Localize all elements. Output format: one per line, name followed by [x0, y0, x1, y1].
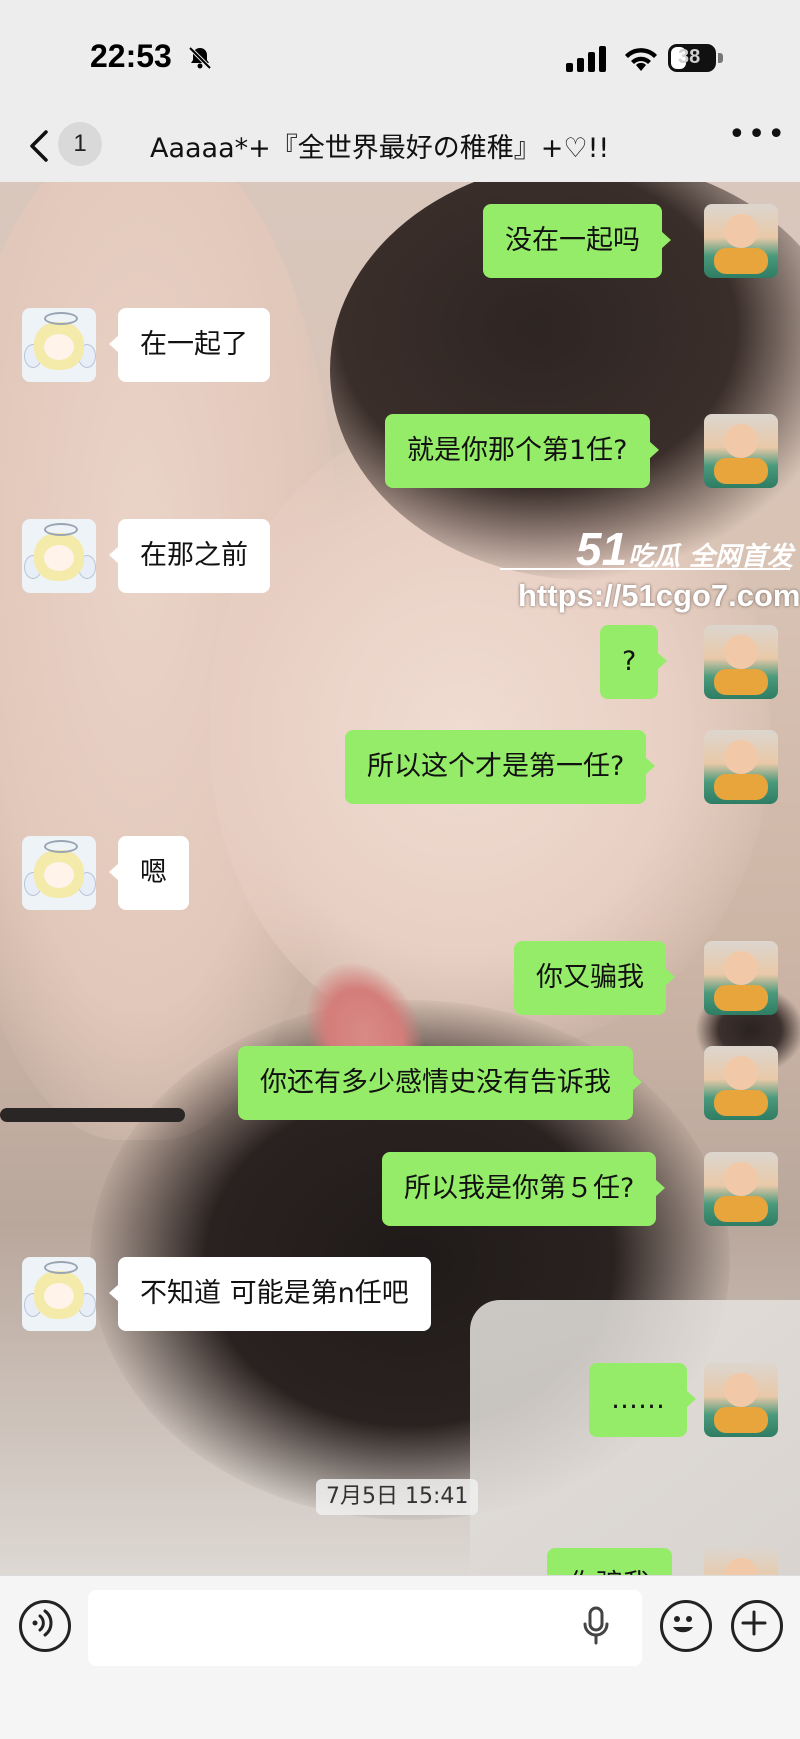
avatar-me[interactable] [704, 204, 778, 278]
avatar-contact[interactable] [22, 519, 96, 593]
message-input[interactable] [88, 1590, 642, 1666]
message-bubble-received[interactable]: 在一起了 [109, 308, 270, 382]
message-timestamp: 7月5日 15:41 [316, 1479, 479, 1515]
avatar-me[interactable] [704, 1152, 778, 1226]
message-bubble-received[interactable]: 嗯 [109, 836, 189, 910]
battery-icon: 38 [668, 44, 724, 72]
emoji-icon[interactable] [660, 1600, 712, 1652]
watermark-divider [500, 568, 790, 570]
message-bubble-sent[interactable]: 没在一起吗 [483, 204, 671, 278]
avatar-me[interactable] [704, 1363, 778, 1437]
bell-muted-icon [188, 46, 212, 70]
avatar-me[interactable] [704, 625, 778, 699]
back-icon[interactable] [24, 126, 54, 166]
voice-icon[interactable] [19, 1600, 71, 1652]
avatar-me[interactable] [704, 941, 778, 1015]
message-bubble-sent[interactable]: 所以我是你第５任? [382, 1152, 666, 1226]
status-bar: 22:53 38 [0, 0, 800, 110]
wifi-icon [625, 48, 657, 71]
message-bubble-sent[interactable]: ? [600, 625, 668, 699]
signal-icon [566, 46, 606, 72]
avatar-me[interactable] [704, 1046, 778, 1120]
avatar-contact[interactable] [22, 1257, 96, 1331]
message-bubble-sent[interactable]: 你又骗我 [514, 941, 675, 1015]
avatar-me[interactable] [704, 414, 778, 488]
message-bubble-sent[interactable]: …… [589, 1363, 696, 1437]
message-bubble-sent[interactable]: 所以这个才是第一任? [345, 730, 656, 804]
plus-icon[interactable] [731, 1600, 783, 1652]
avatar-contact[interactable] [22, 308, 96, 382]
status-time: 22:53 [90, 38, 172, 74]
message-bubble-sent[interactable]: 就是你那个第1任? [385, 414, 659, 488]
chat-title: Aaaaa*+『全世界最好の稚稚』+♡!! [150, 133, 610, 164]
watermark-url: https://51cgo7.com [518, 578, 800, 613]
unread-count-badge[interactable]: 1 [58, 122, 102, 166]
battery-level: 38 [678, 46, 701, 68]
avatar-contact[interactable] [22, 836, 96, 910]
mic-icon[interactable] [582, 1606, 610, 1646]
message-bubble-received[interactable]: 不知道 可能是第n任吧 [109, 1257, 431, 1331]
input-bar [0, 1575, 800, 1739]
avatar-me[interactable] [704, 730, 778, 804]
message-bubble-received[interactable]: 在那之前 [109, 519, 270, 593]
message-bubble-sent[interactable]: 你还有多少感情史没有告诉我 [238, 1046, 642, 1120]
more-icon[interactable]: ••• [728, 120, 785, 156]
